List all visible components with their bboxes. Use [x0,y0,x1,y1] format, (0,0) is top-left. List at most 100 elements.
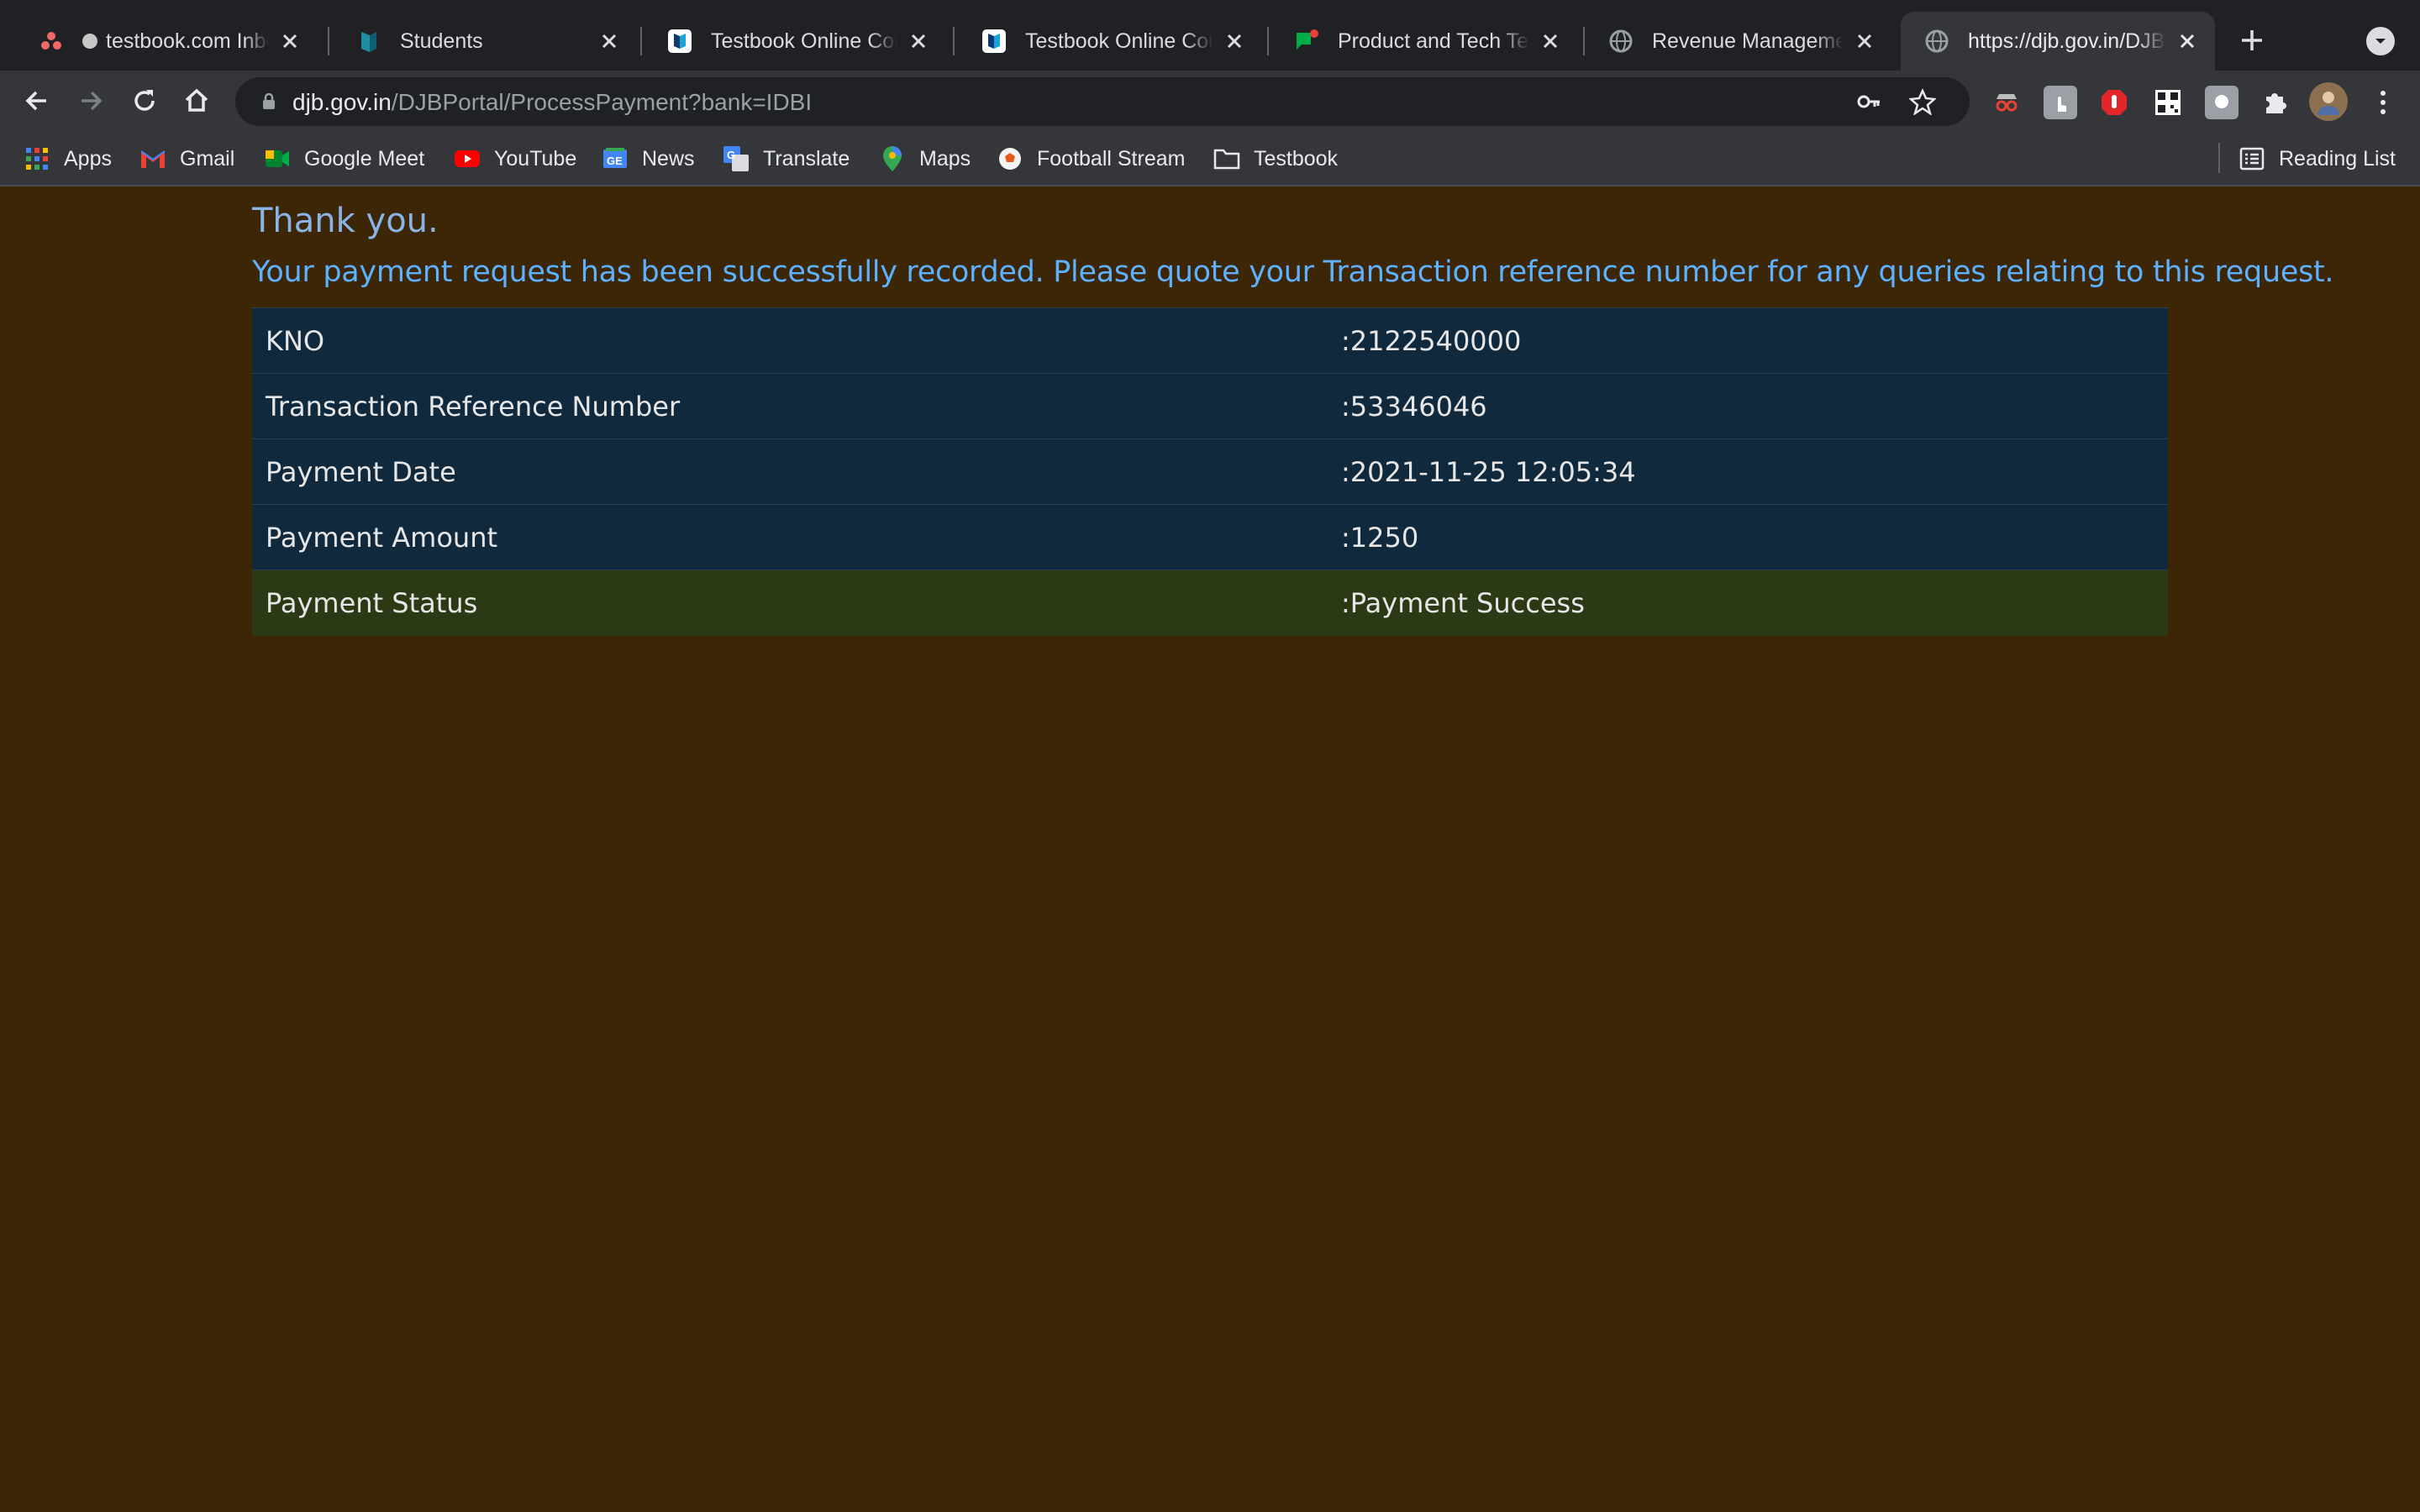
bookmark-google-meet[interactable]: Google Meet [264,143,424,175]
unread-dot-icon [82,34,97,49]
globe-icon [1924,29,1949,54]
asana-icon [39,29,64,54]
address-bar[interactable]: djb.gov.in/DJBPortal/ProcessPayment?bank… [235,77,1970,126]
bookmark-label: YouTube [494,146,577,171]
bookmark-maps[interactable]: Maps [879,143,971,175]
extension-chat-icon[interactable] [2205,86,2238,119]
row-value: :2122540000 [1341,307,2168,374]
bookmark-label: Translate [763,146,850,171]
arrow-right-icon [82,91,103,111]
row-label: Transaction Reference Number [252,373,1341,439]
reading-list-label: Reading List [2279,146,2396,171]
row-label: Payment Date [252,438,1341,505]
status-badge: :Payment Success [1341,570,2168,636]
translate-icon: G [723,145,750,172]
url-host: djb.gov.in [292,89,392,115]
payment-confirmation-message: Your payment request has been successful… [252,255,2334,289]
tab-testbook-2[interactable]: Testbook Online Courses [958,12,1262,71]
testbook-icon [981,29,1007,54]
row-label: Payment Amount [252,504,1341,570]
tab-students[interactable]: Students [333,12,637,71]
youtube-icon [454,145,481,172]
reading-list-icon [2238,145,2265,172]
bookmark-label: News [642,146,695,171]
bookmark-apps[interactable]: Apps [24,143,112,175]
row-label: KNO [252,307,1341,374]
bookmark-label: Google Meet [304,146,425,171]
close-icon[interactable] [2175,29,2200,54]
close-icon[interactable] [1222,29,1247,54]
tab-revenue[interactable]: Revenue Management [1585,12,1892,71]
news-icon: GE [602,145,629,172]
extensions-puzzle-icon[interactable] [2259,86,2292,119]
bookmark-star-icon[interactable] [1907,87,1938,117]
extension-qr-icon[interactable] [2151,86,2185,119]
forward-button[interactable] [71,81,111,121]
football-icon [997,145,1023,172]
lock-icon [263,92,275,109]
tab-separator [328,27,329,55]
globe-icon [1608,29,1634,54]
table-row-payment-date: Payment Date :2021-11-25 12:05:34 [252,438,2168,505]
close-icon[interactable] [906,29,931,54]
gmail-icon [139,145,166,172]
profile-avatar[interactable] [2309,82,2348,121]
bookmark-translate[interactable]: G Translate [723,143,850,175]
avatar-icon [2317,92,2339,115]
tab-title: testbook.com Inbox [106,29,269,53]
bookmark-label: Apps [64,146,112,171]
bookmark-news[interactable]: GE News [602,143,695,175]
chat-icon [1294,29,1319,54]
browser-menu-button[interactable] [2366,86,2400,119]
key-icon[interactable] [1854,87,1884,117]
extension-touch-icon[interactable] [2044,86,2077,119]
close-icon[interactable] [1538,29,1563,54]
page-content: Thank you. Your payment request has been… [0,186,2420,1512]
address-url: djb.gov.in/DJBPortal/ProcessPayment?bank… [292,89,812,116]
reload-icon [134,90,155,111]
bookmark-testbook-folder[interactable]: Testbook [1213,143,1338,175]
tab-title: Students [400,29,483,53]
reload-button[interactable] [124,81,165,121]
folder-icon [1213,145,1240,172]
students-logo-icon [356,29,381,54]
row-value: :1250 [1341,504,2168,570]
tab-djb-active[interactable]: https://djb.gov.in/DJBPortal [1901,12,2215,71]
table-row-payment-amount: Payment Amount :1250 [252,504,2168,570]
table-row-payment-status: Payment Status :Payment Success [252,570,2168,636]
table-row-transaction-reference: Transaction Reference Number :53346046 [252,373,2168,439]
bookmark-label: Gmail [180,146,235,171]
tab-title: Testbook Online Courses [711,29,897,53]
row-value: :2021-11-25 12:05:34 [1341,438,2168,505]
extension-stop-icon[interactable] [2097,86,2131,119]
back-button[interactable] [17,81,57,121]
bookmark-youtube[interactable]: YouTube [454,143,576,175]
bookmark-label: Maps [919,146,971,171]
close-icon[interactable] [597,29,622,54]
table-row-kno: KNO :2122540000 [252,307,2168,374]
tab-search-button[interactable] [2366,27,2395,55]
home-icon [185,88,208,112]
close-icon[interactable] [277,29,302,54]
bookmarks-separator [2218,143,2220,173]
tab-product-tech[interactable]: Product and Tech Team [1270,12,1578,71]
meet-icon [264,145,291,172]
testbook-icon [667,29,692,54]
tab-title: https://djb.gov.in/DJBPortal [1968,29,2166,53]
thank-you-heading: Thank you. [252,202,439,240]
home-button[interactable] [176,81,217,121]
new-tab-button[interactable] [2235,24,2269,57]
extension-spy-icon[interactable] [1990,86,2023,119]
reading-list-button[interactable]: Reading List [2238,143,2396,175]
tab-testbook-1[interactable]: Testbook Online Courses [644,12,946,71]
bookmark-gmail[interactable]: Gmail [139,143,234,175]
row-value: :53346046 [1341,373,2168,439]
bookmark-football-stream[interactable]: Football Stream [997,143,1185,175]
tab-title: Testbook Online Courses [1025,29,1213,53]
tab-separator [953,27,955,55]
tab-separator [1267,27,1269,55]
svg-text:G: G [727,149,735,161]
chevron-down-icon [2375,39,2386,44]
close-icon[interactable] [1852,29,1877,54]
tab-inbox[interactable]: testbook.com Inbox [15,12,318,71]
